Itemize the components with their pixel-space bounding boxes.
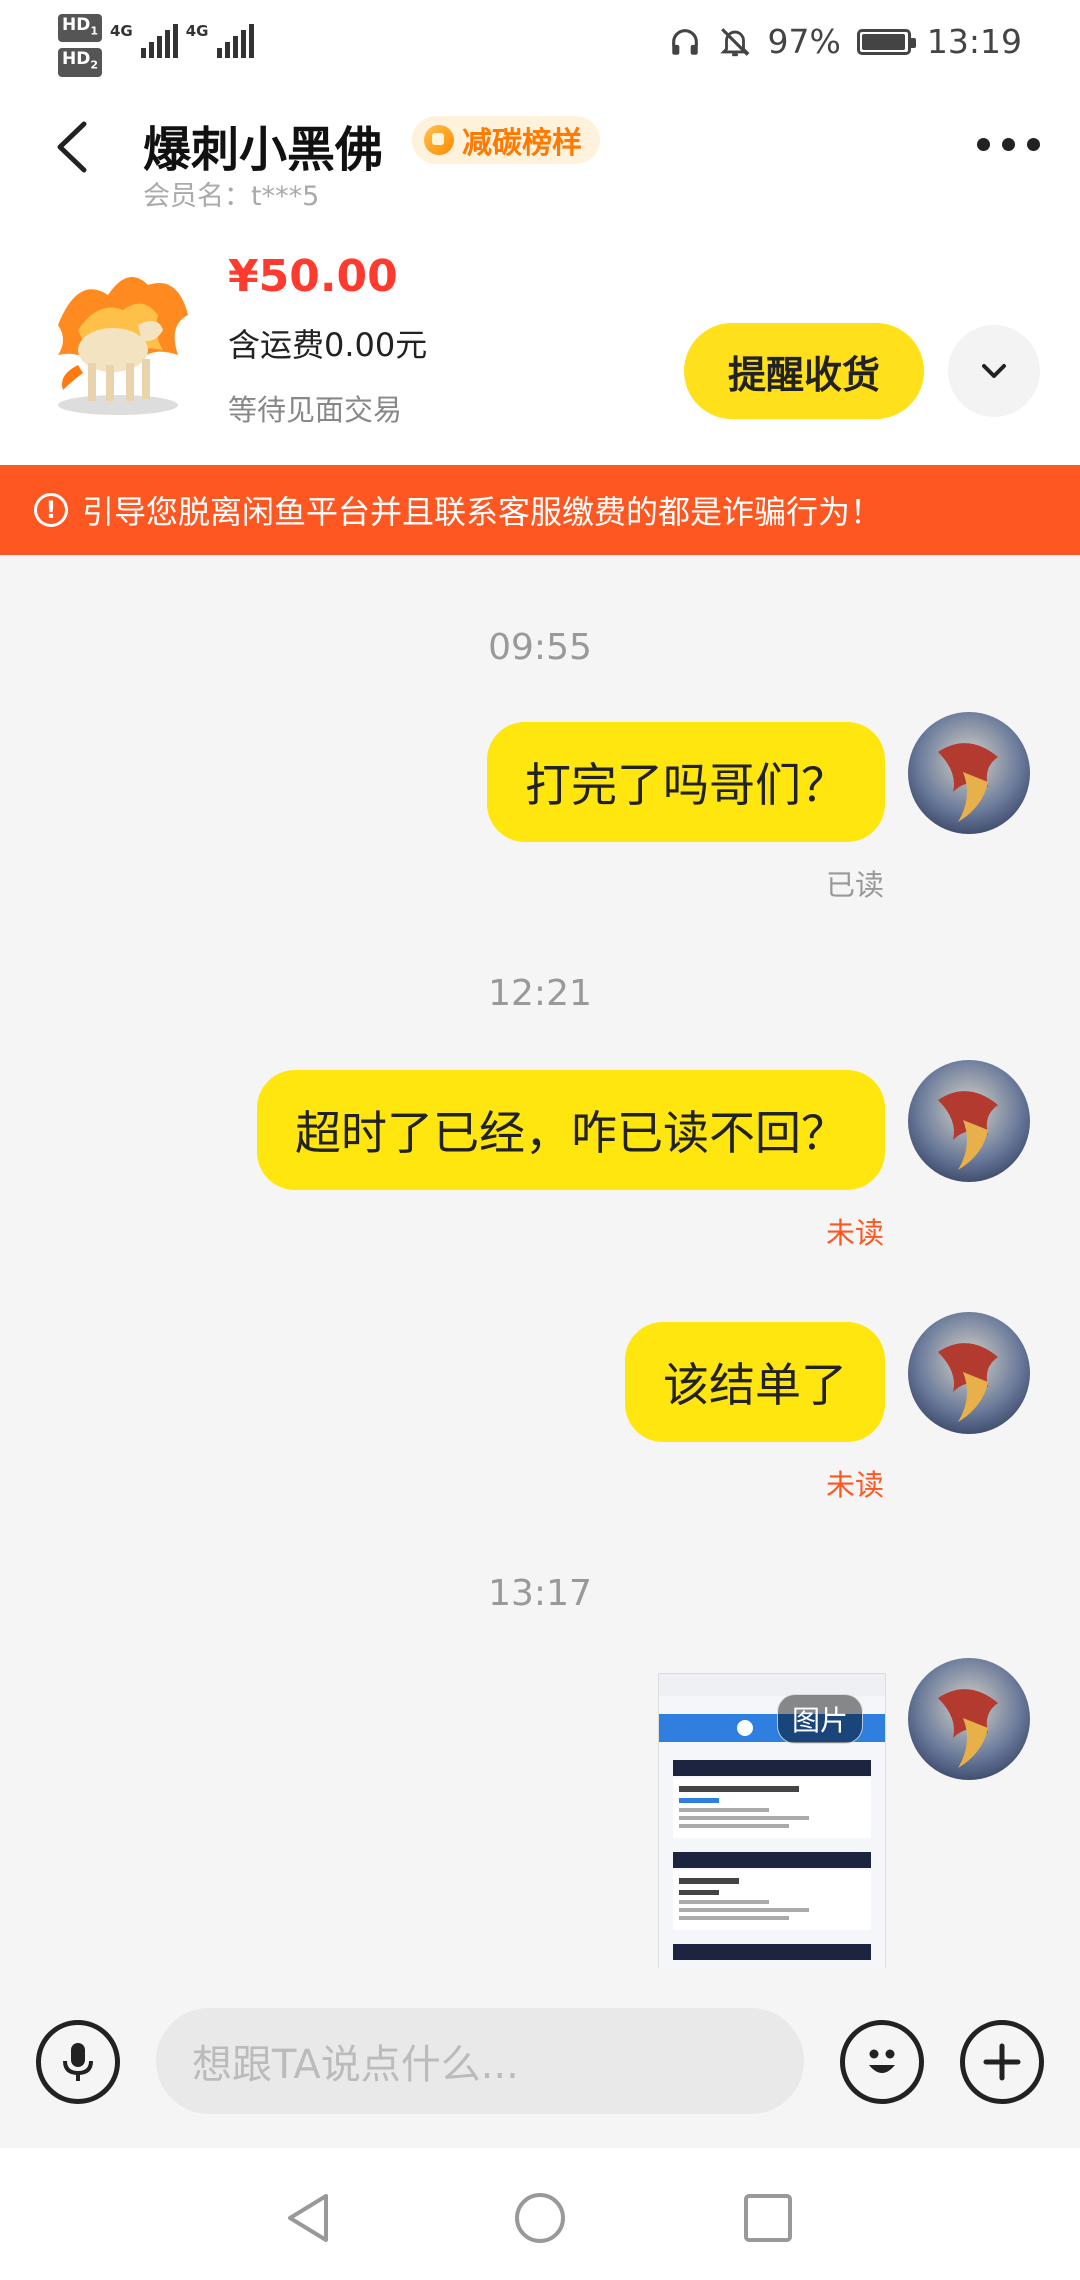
chevron-left-icon bbox=[57, 121, 87, 173]
avatar-image bbox=[908, 1060, 1030, 1182]
carbon-badge[interactable]: 减碳榜样 bbox=[412, 116, 600, 164]
sim1-hd-badge: HD1 bbox=[58, 14, 102, 43]
read-status: 未读 bbox=[825, 1216, 884, 1250]
product-price: ¥50.00 bbox=[228, 251, 398, 302]
avatar[interactable] bbox=[908, 712, 1030, 834]
battery-percent: 97% bbox=[767, 22, 841, 61]
avatar[interactable] bbox=[908, 1060, 1030, 1182]
sim2-hd-badge: HD2 bbox=[58, 48, 102, 77]
timestamp: 13:17 bbox=[488, 1573, 592, 1614]
shipping-info: 含运费0.00元 bbox=[228, 326, 428, 364]
voice-button[interactable] bbox=[36, 2020, 120, 2104]
more-dot bbox=[977, 138, 990, 151]
message-input[interactable]: 想跟TA说点什么... bbox=[156, 2008, 804, 2114]
status-right: 97% 13:19 bbox=[668, 22, 1022, 61]
emoji-icon bbox=[869, 2049, 895, 2073]
order-status: 等待见面交易 bbox=[228, 393, 403, 427]
timestamp: 12:21 bbox=[488, 973, 592, 1014]
avatar-image bbox=[908, 1312, 1030, 1434]
microphone-icon bbox=[63, 2043, 93, 2081]
signal-group: HD1 HD2 4G 4G bbox=[58, 14, 254, 77]
battery-icon bbox=[856, 28, 916, 55]
more-button[interactable] bbox=[977, 138, 1040, 151]
expand-button[interactable] bbox=[948, 325, 1040, 417]
mute-bell-icon bbox=[719, 27, 750, 56]
system-nav-bar bbox=[0, 2148, 1080, 2280]
more-dot bbox=[1002, 138, 1015, 151]
plus-icon bbox=[983, 2043, 1021, 2081]
nav-back-icon[interactable] bbox=[282, 2190, 334, 2246]
nav-recents-icon[interactable] bbox=[742, 2192, 794, 2244]
more-dot bbox=[1027, 138, 1040, 151]
contact-name: 爆刺小黑佛 bbox=[143, 122, 384, 178]
input-bar: 想跟TA说点什么... bbox=[0, 1968, 1080, 2148]
timestamp: 09:55 bbox=[488, 627, 592, 668]
status-bar: HD1 HD2 4G 4G 97% 13:19 bbox=[0, 0, 1080, 90]
nav-home-icon[interactable] bbox=[512, 2190, 568, 2246]
image-tag: 图片 bbox=[776, 1694, 863, 1744]
back-button[interactable] bbox=[40, 112, 110, 182]
read-status: 未读 bbox=[825, 1468, 884, 1502]
fraud-warning-banner[interactable]: ! 引导您脱离闲鱼平台并且联系客服缴费的都是诈骗行为！ bbox=[0, 465, 1080, 555]
badge-label: 减碳榜样 bbox=[462, 126, 582, 161]
chevron-down-icon bbox=[982, 364, 1006, 378]
image-message[interactable]: 图片 bbox=[658, 1673, 886, 1970]
signal-icon-1 bbox=[140, 24, 178, 58]
headphones-icon bbox=[671, 28, 698, 55]
chat-header: 爆刺小黑佛 减碳榜样 会员名：t***5 bbox=[0, 90, 1080, 225]
product-card[interactable]: ¥50.00 含运费0.00元 等待见面交易 提醒收货 bbox=[0, 225, 1080, 465]
avatar-image bbox=[908, 1658, 1030, 1780]
message-bubble[interactable]: 该结单了 bbox=[625, 1322, 885, 1442]
remind-receipt-button[interactable]: 提醒收货 bbox=[684, 323, 924, 419]
avatar-image bbox=[908, 712, 1030, 834]
network-type-2: 4G bbox=[185, 22, 209, 40]
warning-text: 引导您脱离闲鱼平台并且联系客服缴费的都是诈骗行为！ bbox=[82, 493, 883, 531]
emoji-button[interactable] bbox=[840, 2020, 924, 2104]
network-type-1: 4G bbox=[110, 22, 133, 40]
read-status: 已读 bbox=[825, 868, 884, 902]
avatar[interactable] bbox=[908, 1312, 1030, 1434]
plus-button[interactable] bbox=[960, 2020, 1044, 2104]
badge-coin-icon bbox=[424, 125, 454, 155]
signal-icon-2 bbox=[216, 24, 254, 58]
message-bubble[interactable]: 超时了已经，咋已读不回？ bbox=[257, 1070, 885, 1190]
member-name: 会员名：t***5 bbox=[143, 181, 320, 212]
avatar[interactable] bbox=[908, 1658, 1030, 1780]
clock: 13:19 bbox=[926, 22, 1022, 61]
message-bubble[interactable]: 打完了吗哥们？ bbox=[487, 722, 885, 842]
alert-icon: ! bbox=[34, 493, 68, 527]
product-thumbnail bbox=[58, 277, 188, 415]
